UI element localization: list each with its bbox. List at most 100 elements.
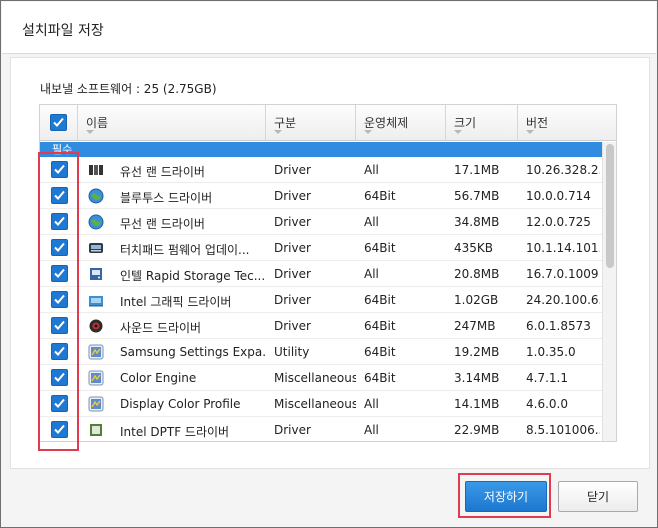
cell-os: All <box>364 397 379 411</box>
cell-version: 16.7.0.1009 <box>526 267 599 281</box>
cell-os: All <box>364 267 379 281</box>
table-row[interactable]: Color Engine Miscellaneous 64Bit 3.14MB 4.7.… <box>40 365 602 391</box>
cell-name: 블루투스 드라이버 <box>120 191 213 205</box>
cell-type: Driver <box>274 163 311 177</box>
table-row[interactable]: 터치패드 펌웨어 업데이... Driver 64Bit 435KB 10.1.14.1… <box>40 235 602 261</box>
cell-version: 8.5.101006... <box>526 423 600 437</box>
title-bar: 설치파일 저장 <box>2 2 656 54</box>
row-checkbox[interactable] <box>51 395 68 412</box>
cell-name: Display Color Profile <box>120 397 241 411</box>
globe-icon <box>88 214 104 230</box>
save-installer-dialog: 설치파일 저장 내보낼 소프트웨어 : 25 (2.75GB) 이름 구분 운영… <box>0 0 658 528</box>
table-row[interactable]: Intel DPTF 드라이버 Driver All 22.9MB 8.5.101006… <box>40 417 602 441</box>
cell-name: Color Engine <box>120 371 197 385</box>
table-row[interactable]: 블루투스 드라이버 Driver 64Bit 56.7MB 10.0.0.714 <box>40 183 602 209</box>
table-row[interactable]: Display Color Profile Miscellaneous All 14.… <box>40 391 602 417</box>
sort-arrow-icon <box>274 130 282 134</box>
column-header-name[interactable]: 이름 <box>78 105 266 141</box>
row-checkbox[interactable] <box>51 265 68 282</box>
row-checkbox[interactable] <box>51 187 68 204</box>
app-icon <box>88 344 104 360</box>
group-label: 필수 <box>52 143 73 156</box>
ethernet-icon <box>88 162 104 178</box>
column-header-os[interactable]: 운영체제 <box>356 105 446 141</box>
column-label: 이름 <box>86 116 109 130</box>
close-button[interactable]: 닫기 <box>558 481 638 512</box>
check-icon <box>53 117 64 127</box>
table-row[interactable]: Samsung Settings Expa... Utility 64Bit 19.2… <box>40 339 602 365</box>
check-icon <box>54 294 65 304</box>
check-icon <box>54 216 65 226</box>
row-checkbox[interactable] <box>51 317 68 334</box>
check-icon <box>54 372 65 382</box>
cell-os: All <box>364 215 379 229</box>
cell-name: 무선 랜 드라이버 <box>120 217 205 231</box>
cell-type: Miscellaneous <box>274 397 356 411</box>
cell-name: Intel DPTF 드라이버 <box>120 425 230 439</box>
table-row[interactable]: 유선 랜 드라이버 Driver All 17.1MB 10.26.328.2... <box>40 157 602 183</box>
cell-name: 사운드 드라이버 <box>120 321 202 335</box>
check-icon <box>54 320 65 330</box>
cell-type: Driver <box>274 267 311 281</box>
save-button[interactable]: 저장하기 <box>465 481 547 512</box>
table-row[interactable]: 사운드 드라이버 Driver 64Bit 247MB 6.0.1.8573 <box>40 313 602 339</box>
vertical-scrollbar[interactable] <box>602 142 616 441</box>
sort-arrow-icon <box>454 130 462 134</box>
cell-os: 64Bit <box>364 293 396 307</box>
cell-name: Samsung Settings Expa... <box>120 345 266 359</box>
cell-size: 19.2MB <box>454 345 500 359</box>
content-panel: 내보낼 소프트웨어 : 25 (2.75GB) 이름 구분 운영체제 크기 버전… <box>10 57 650 469</box>
column-label: 구분 <box>274 116 297 130</box>
column-label: 운영체제 <box>364 116 409 130</box>
cell-os: 64Bit <box>364 371 396 385</box>
cell-size: 435KB <box>454 241 494 255</box>
cell-size: 34.8MB <box>454 215 500 229</box>
row-checkbox[interactable] <box>51 291 68 308</box>
cell-version: 12.0.0.725 <box>526 215 591 229</box>
row-checkbox[interactable] <box>51 213 68 230</box>
storage-icon <box>88 266 104 282</box>
row-checkbox[interactable] <box>51 239 68 256</box>
cell-os: 64Bit <box>364 241 396 255</box>
column-header-type[interactable]: 구분 <box>266 105 356 141</box>
globe-icon <box>88 188 104 204</box>
cell-name: Intel 그래픽 드라이버 <box>120 295 232 309</box>
scroll-thumb[interactable] <box>606 144 614 268</box>
cell-type: Driver <box>274 293 311 307</box>
cell-type: Driver <box>274 215 311 229</box>
cell-size: 1.02GB <box>454 293 499 307</box>
dialog-title: 설치파일 저장 <box>22 23 104 39</box>
table-row[interactable]: Intel 그래픽 드라이버 Driver 64Bit 1.02GB 24.20.100… <box>40 287 602 313</box>
check-icon <box>54 398 65 408</box>
row-checkbox[interactable] <box>51 421 68 438</box>
table-row[interactable]: 무선 랜 드라이버 Driver All 34.8MB 12.0.0.725 <box>40 209 602 235</box>
column-label: 버전 <box>526 116 549 130</box>
row-checkbox[interactable] <box>51 161 68 178</box>
cell-os: All <box>364 163 379 177</box>
cell-type: Driver <box>274 319 311 333</box>
table-row[interactable]: 인텔 Rapid Storage Tec... Driver All 20.8MB 16… <box>40 261 602 287</box>
cell-size: 22.9MB <box>454 423 500 437</box>
sort-arrow-icon <box>526 130 534 134</box>
cell-name: 터치패드 펌웨어 업데이... <box>120 243 250 257</box>
select-all-checkbox[interactable] <box>50 114 67 131</box>
cell-size: 247MB <box>454 319 496 333</box>
sort-arrow-icon <box>86 130 94 134</box>
row-checkbox[interactable] <box>51 369 68 386</box>
cell-version: 4.6.0.0 <box>526 397 568 411</box>
graphics-icon <box>88 292 104 308</box>
cell-version: 4.7.1.1 <box>526 371 568 385</box>
check-icon <box>54 242 65 252</box>
sort-arrow-icon <box>364 130 372 134</box>
cell-size: 56.7MB <box>454 189 500 203</box>
cell-version: 24.20.100.6... <box>526 293 600 307</box>
group-header-required[interactable]: 필수 <box>40 142 602 157</box>
check-icon <box>54 268 65 278</box>
chip-icon <box>88 422 104 438</box>
cell-os: 64Bit <box>364 319 396 333</box>
cell-type: Driver <box>274 423 311 437</box>
cell-version: 10.26.328.2... <box>526 163 600 177</box>
row-checkbox[interactable] <box>51 343 68 360</box>
column-header-size[interactable]: 크기 <box>446 105 518 141</box>
column-header-version[interactable]: 버전 <box>518 105 616 141</box>
